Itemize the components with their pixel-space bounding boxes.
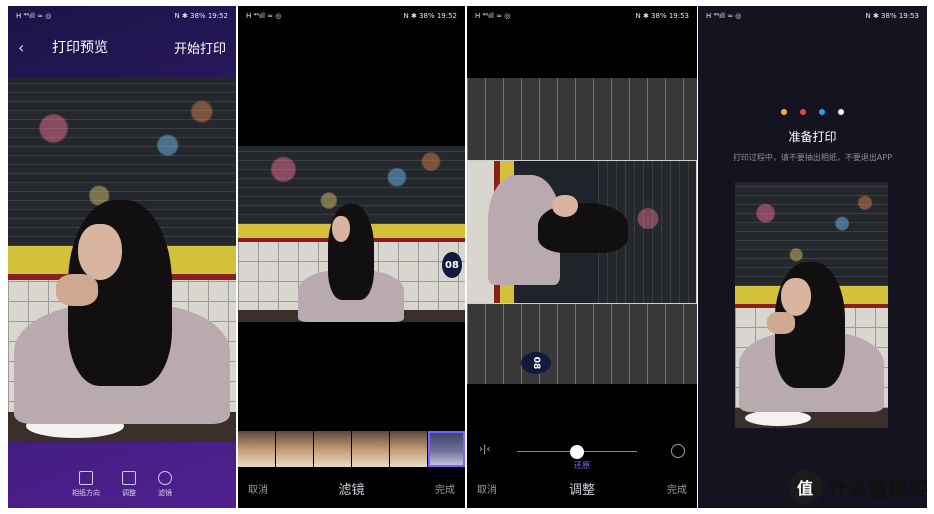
filter-thumb[interactable] xyxy=(352,431,389,467)
tool-label: 滤镜 xyxy=(158,489,172,497)
status-right: N ✱ 38% 19:52 xyxy=(174,12,228,20)
status-left: H ⁴⁶ıll ≈ ◎ xyxy=(706,12,742,20)
number-badge: 08 xyxy=(521,352,551,374)
start-print-button[interactable]: 开始打印 xyxy=(174,38,226,57)
ready-title: 准备打印 xyxy=(788,130,837,144)
filter-thumbnails xyxy=(238,431,465,467)
filter-thumb[interactable] xyxy=(314,431,351,467)
mode-title: 滤镜 xyxy=(338,483,365,498)
filter-thumb[interactable] xyxy=(276,431,313,467)
tool-adjust[interactable]: 调整 xyxy=(122,471,136,498)
rotate-reset-icon[interactable] xyxy=(671,444,685,458)
preview-photo xyxy=(8,78,236,442)
filter-thumb[interactable] xyxy=(238,431,275,467)
number-badge: 08 xyxy=(442,252,462,278)
print-warning-text: 打印过程中，请不要抽出相纸，不要退出APP xyxy=(732,153,893,162)
rotation-slider[interactable]: ›|‹ xyxy=(477,442,687,462)
tool-paper-orientation[interactable]: 相纸方向 xyxy=(72,471,100,498)
status-bar: H ⁴⁶ıll ≈ ◎ N ✱ 38% 19:53 xyxy=(475,10,689,22)
loading-dot xyxy=(781,109,787,115)
back-arrow-icon[interactable]: ‹ xyxy=(18,38,38,57)
cancel-button[interactable]: 取消 xyxy=(477,481,497,496)
done-button[interactable]: 完成 xyxy=(435,481,455,496)
tool-label: 调整 xyxy=(122,489,136,497)
printing-photo xyxy=(735,182,888,428)
status-left: H ⁴⁶ıll ≈ ◎ xyxy=(246,12,282,20)
cancel-button[interactable]: 取消 xyxy=(248,481,268,496)
adjust-photo: 08 xyxy=(467,78,697,384)
filter-thumb-selected[interactable] xyxy=(428,431,465,467)
ready-to-print-screen: H ⁴⁶ıll ≈ ◎ N ✱ 38% 19:53 准备打印 打印过程中，请不要… xyxy=(698,6,927,508)
status-bar: H ⁴⁶ıll ≈ ◎ N ✱ 38% 19:52 xyxy=(246,10,457,22)
status-left: H ⁴⁶ıll ≈ ◎ xyxy=(475,12,511,20)
adjust-screen: H ⁴⁶ıll ≈ ◎ N ✱ 38% 19:53 08 ›|‹ 还原 取消 调… xyxy=(467,6,697,508)
mode-title: 调整 xyxy=(568,483,595,498)
status-right: N ✱ 38% 19:52 xyxy=(403,12,457,20)
status-bar: H ⁴⁶ıll ≈ ◎ N ✱ 38% 19:53 xyxy=(706,10,919,22)
filter-screen: H ⁴⁶ıll ≈ ◎ N ✱ 38% 19:52 08 取消 滤镜 完成 xyxy=(238,6,465,508)
loading-dot xyxy=(838,109,844,115)
restore-button[interactable]: 还原 xyxy=(467,460,697,471)
status-left: H ⁴⁶ıll ≈ ◎ xyxy=(16,12,52,20)
filter-photo: 08 xyxy=(238,146,465,322)
page-title: 打印预览 xyxy=(52,40,108,56)
done-button[interactable]: 完成 xyxy=(667,481,687,496)
adjust-icon xyxy=(122,471,136,485)
logo-badge: 值 xyxy=(788,470,822,504)
watermark-text: 什么值得买 xyxy=(828,476,928,501)
print-preview-screen: H ⁴⁶ıll ≈ ◎ N ✱ 38% 19:52 ‹ 打印预览 开始打印 相纸… xyxy=(8,6,236,508)
tool-label: 相纸方向 xyxy=(72,489,100,497)
loading-dot xyxy=(819,109,825,115)
paper-orientation-icon xyxy=(79,471,93,485)
slider-knob[interactable] xyxy=(570,445,584,459)
status-bar: H ⁴⁶ıll ≈ ◎ N ✱ 38% 19:52 xyxy=(16,10,228,22)
crop-frame[interactable] xyxy=(467,160,697,304)
loading-dots xyxy=(698,109,927,115)
tool-filter[interactable]: 滤镜 xyxy=(158,471,172,498)
watermark-logo: 值 什么值得买 xyxy=(788,470,928,504)
status-right: N ✱ 38% 19:53 xyxy=(635,12,689,20)
footer-bar: 取消 滤镜 完成 xyxy=(248,479,455,498)
header-bar: ‹ 打印预览 开始打印 xyxy=(8,30,236,64)
edit-toolbar: 相纸方向 调整 滤镜 xyxy=(8,471,236,498)
mirror-flip-icon[interactable]: ›|‹ xyxy=(479,444,490,455)
filter-icon xyxy=(158,471,172,485)
loading-dot xyxy=(800,109,806,115)
footer-bar: 取消 调整 完成 xyxy=(477,479,687,498)
filter-thumb[interactable] xyxy=(390,431,427,467)
status-right: N ✱ 38% 19:53 xyxy=(865,12,919,20)
